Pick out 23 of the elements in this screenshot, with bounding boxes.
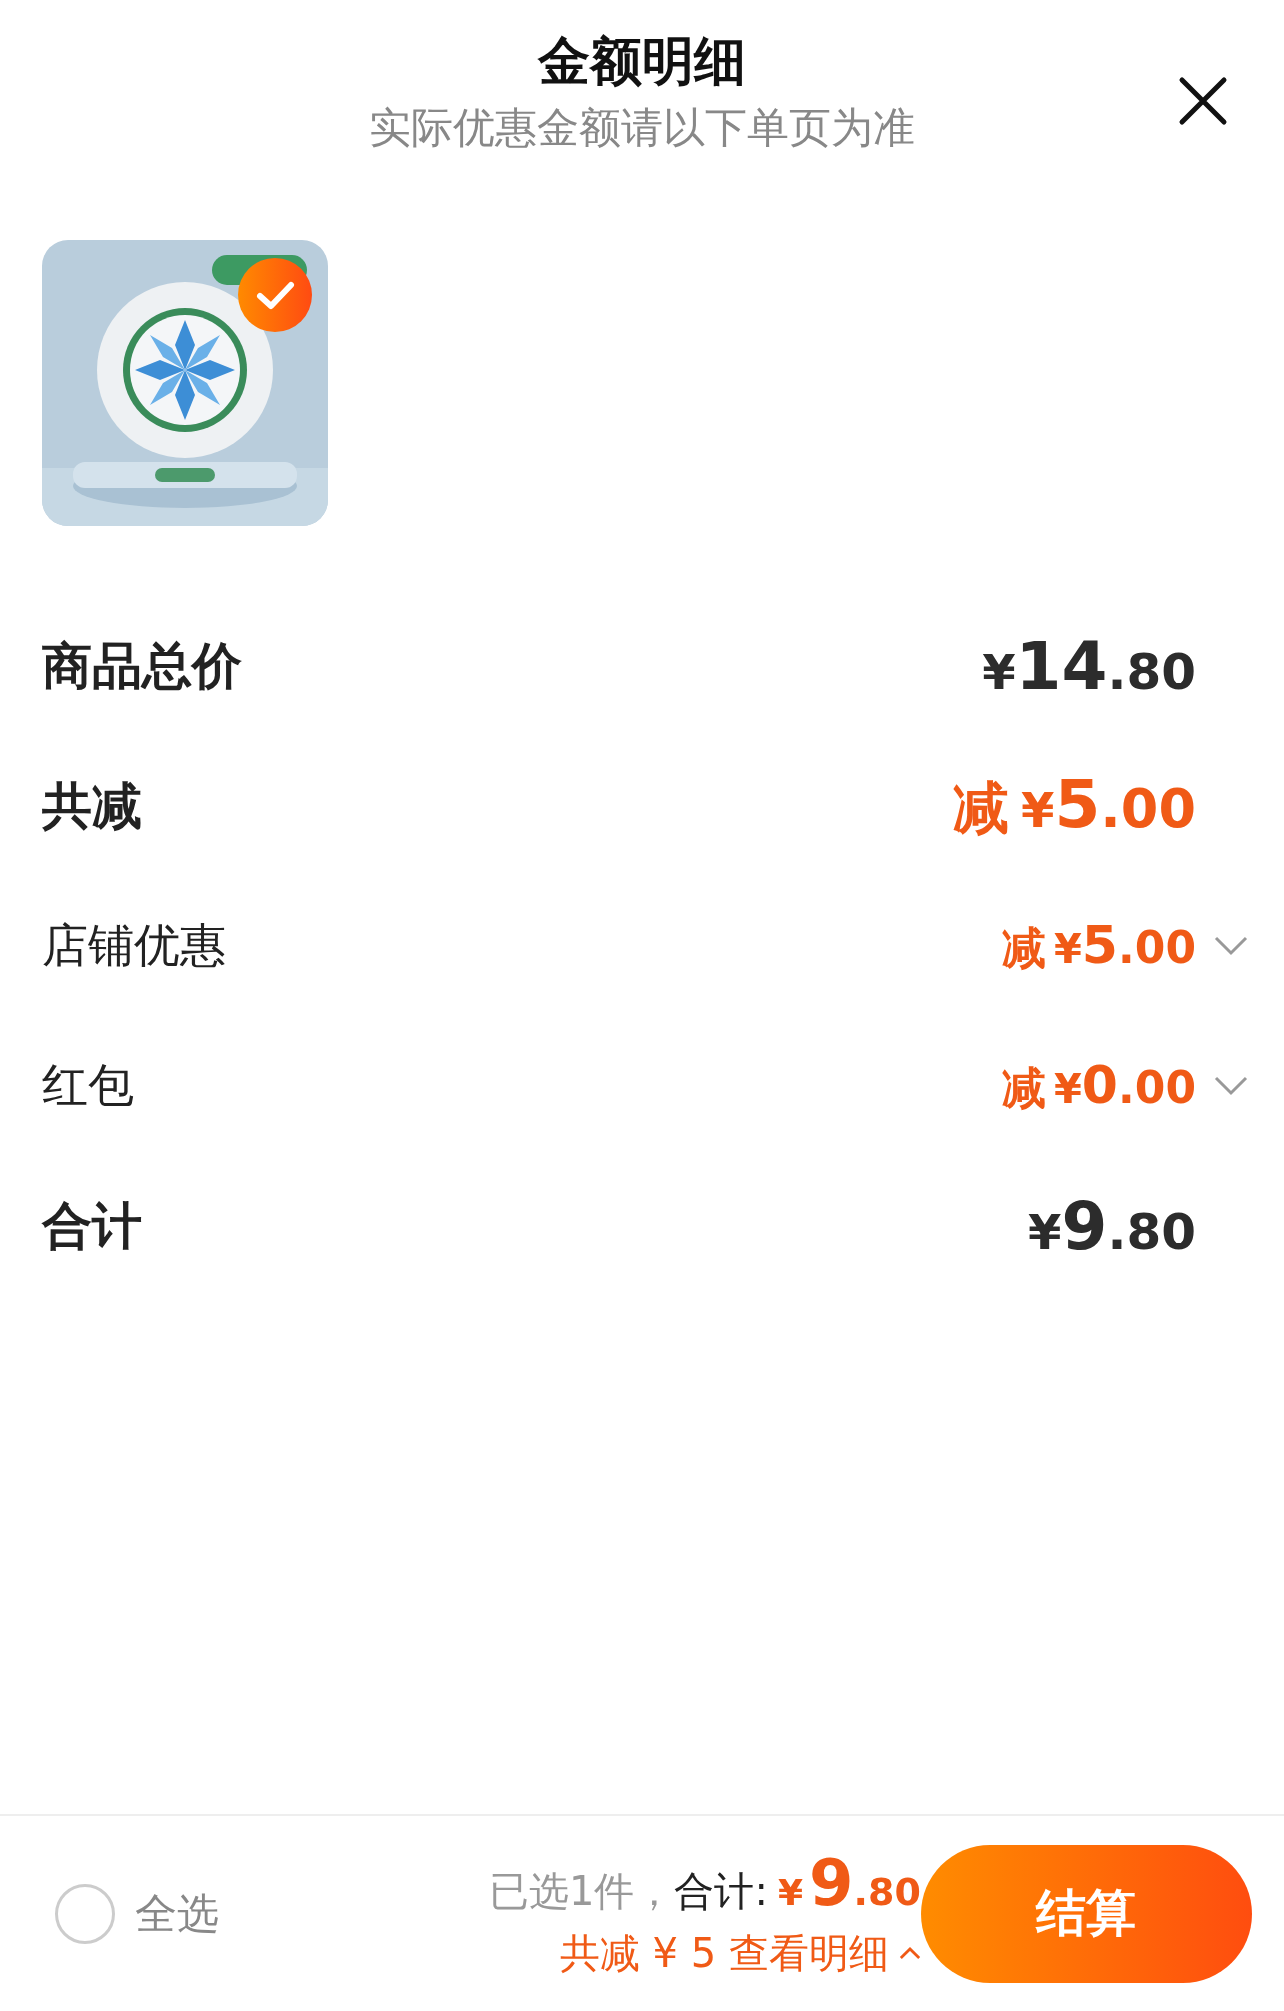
details-link[interactable]: 共减 ¥ 5 查看明细	[559, 1926, 921, 1981]
amount: ¥14.80	[982, 627, 1196, 705]
total-amount: ¥9.80	[777, 1846, 921, 1920]
check-icon[interactable]	[238, 258, 312, 332]
row-label: 共减	[42, 775, 142, 837]
total-label: 合计:	[674, 1867, 768, 1916]
amount: 减 ¥5.00	[1002, 914, 1196, 977]
sheet-title: 金额明细	[538, 30, 746, 93]
select-all-label[interactable]: 全选	[135, 1885, 219, 1942]
row-label: 红包	[42, 1057, 134, 1114]
row-label: 商品总价	[42, 635, 242, 697]
select-all-radio[interactable]	[55, 1883, 115, 1944]
selected-count: 已选1件，	[489, 1867, 675, 1916]
row-label: 合计	[42, 1195, 142, 1257]
close-icon[interactable]	[1178, 76, 1228, 126]
sheet-subtitle: 实际优惠金额请以下单页为准	[369, 102, 915, 154]
amount: ¥9.80	[1028, 1187, 1196, 1265]
row-label: 店铺优惠	[42, 917, 226, 974]
amount: 减 ¥5.00	[953, 765, 1196, 845]
chevron-icon[interactable]	[1214, 1076, 1248, 1096]
checkout-button[interactable]: 结算	[920, 1844, 1252, 1983]
chevron-icon[interactable]	[1214, 936, 1248, 956]
amount: 减 ¥0.00	[1002, 1054, 1196, 1117]
